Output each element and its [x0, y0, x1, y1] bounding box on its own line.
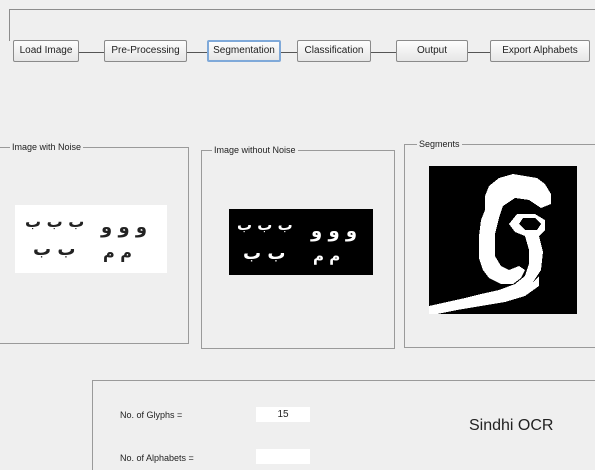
image-with-noise-panel: Image with Noise ب ب ب و و و ب ب م م	[0, 141, 189, 344]
panel-title-segments: Segments	[417, 138, 462, 150]
output-button[interactable]: Output	[396, 40, 468, 62]
noisy-image: ب ب ب و و و ب ب م م	[15, 205, 167, 273]
export-alphabets-button[interactable]: Export Alphabets	[490, 40, 590, 62]
segments-panel: Segments	[404, 138, 595, 348]
glyph-row1-right: و و و	[101, 217, 148, 238]
glyph-clean-row1-left: ب ب ب	[237, 216, 293, 234]
glyph-clean-row2-left: ب ب	[243, 243, 286, 264]
clean-image: ب ب ب و و و ب ب م م	[229, 209, 373, 275]
glyph-row2-right: م م	[103, 243, 133, 262]
glyphs-count-field[interactable]: 15	[256, 407, 310, 422]
segment-image	[429, 166, 577, 314]
glyph-clean-row2-right: م م	[313, 247, 341, 265]
classification-button[interactable]: Classification	[297, 40, 371, 62]
panel-title-image-without-noise: Image without Noise	[212, 144, 298, 156]
pre-processing-button[interactable]: Pre-Processing	[104, 40, 187, 62]
load-image-button[interactable]: Load Image	[13, 40, 79, 62]
alphabets-count-field[interactable]	[256, 449, 310, 464]
panel-title-image-with-noise: Image with Noise	[10, 141, 84, 153]
segmentation-button[interactable]: Segmentation	[207, 40, 281, 62]
frame-top-border	[10, 9, 595, 10]
frame-left-border	[9, 9, 10, 41]
alphabets-count-label: No. of Alphabets =	[120, 453, 194, 463]
glyph-row1-left: ب ب ب	[25, 212, 85, 231]
glyph-row2-left: ب ب	[33, 239, 76, 260]
image-without-noise-panel: Image without Noise ب ب ب و و و ب ب م م	[201, 144, 395, 349]
glyphs-count-label: No. of Glyphs =	[120, 410, 183, 420]
app-title: Sindhi OCR	[469, 417, 554, 434]
info-panel: No. of Glyphs = 15 No. of Alphabets = Si…	[92, 380, 595, 470]
glyph-clean-row1-right: و و و	[311, 221, 358, 242]
